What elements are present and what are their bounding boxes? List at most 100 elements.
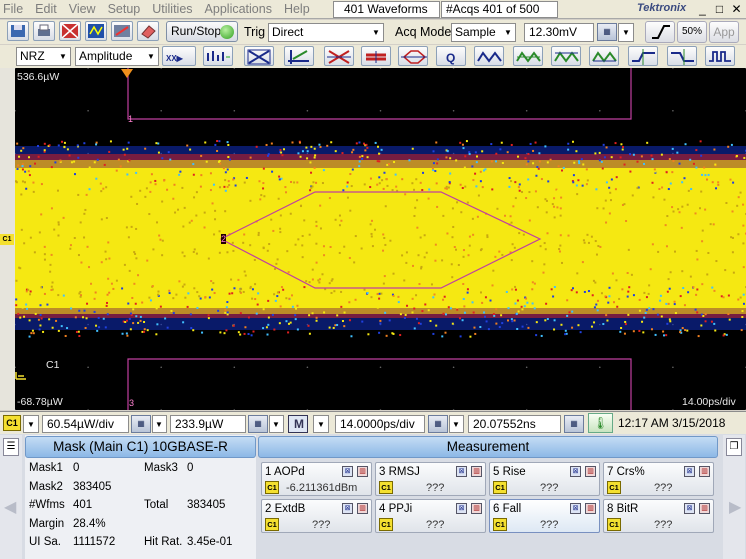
window-icon[interactable]: ❐ xyxy=(726,438,742,456)
measurement-config-icon[interactable]: ⊠ xyxy=(570,503,581,514)
scroll-right-icon[interactable]: ▶ xyxy=(729,497,741,517)
waveform1-icon[interactable] xyxy=(474,46,504,66)
measurement-cell[interactable]: 3 RMSJ ⊠ ▥ C1??? xyxy=(375,462,486,496)
eye-speckle xyxy=(84,208,87,211)
measurement-cell[interactable]: 6 Fall ⊠ ▥ C1??? xyxy=(489,499,600,533)
eye-speckle xyxy=(166,326,169,329)
measurement-cell[interactable]: 1 AOPd ⊠ ▥ C1 -6.211361dBm xyxy=(261,462,372,496)
measurement-cell[interactable]: 2 ExtdB ⊠ ▥ C1??? xyxy=(261,499,372,533)
vertical-scale-dropdown[interactable]: ▼ xyxy=(152,415,167,433)
display-mode-select[interactable]: Amplitude ▼ xyxy=(75,47,159,66)
channel-marker-icon[interactable]: C1 xyxy=(0,234,14,245)
eye-speckle xyxy=(667,188,670,191)
measurement-config-icon[interactable]: ⊠ xyxy=(684,503,695,514)
waveform5-icon[interactable] xyxy=(628,46,658,66)
threshold-entry[interactable]: 12.30mV xyxy=(524,23,594,42)
measurement-cell[interactable]: 7 Crs% ⊠ ▥ C1??? xyxy=(603,462,714,496)
offset-dropdown[interactable]: ▼ xyxy=(269,415,284,433)
clear-display-icon[interactable] xyxy=(85,21,107,41)
measurement-config-icon[interactable]: ⊠ xyxy=(342,503,353,514)
measurement-stats-icon[interactable]: ▥ xyxy=(471,466,482,477)
trigger-position-icon[interactable] xyxy=(121,68,133,78)
trigger-mode-select[interactable]: Direct ▼ xyxy=(268,23,384,42)
measurement-cell[interactable]: 4 PPJi ⊠ ▥ C1??? xyxy=(375,499,486,533)
measurement-panel-title[interactable]: Measurement xyxy=(258,436,718,458)
fast-edge-button[interactable] xyxy=(645,21,675,43)
horizontal-scale-entry[interactable]: 14.0000ps/div xyxy=(335,415,425,433)
mask-icon[interactable] xyxy=(361,46,391,66)
close-button[interactable]: ✕ xyxy=(729,2,744,17)
eye-speckle xyxy=(595,253,598,256)
measurement-config-icon[interactable]: ⊠ xyxy=(570,466,581,477)
restore-button[interactable]: □ xyxy=(712,2,727,17)
print-icon[interactable] xyxy=(33,21,55,41)
waveform3-icon[interactable] xyxy=(551,46,581,66)
save-icon[interactable] xyxy=(7,21,29,41)
measurement-stats-icon[interactable]: ▥ xyxy=(357,503,368,514)
keypad-icon[interactable]: ▦ xyxy=(428,415,448,433)
crosshair-icon[interactable] xyxy=(244,46,274,66)
horizontal-scale-dropdown[interactable]: ▼ xyxy=(449,415,464,433)
measurement-stats-icon[interactable]: ▥ xyxy=(471,503,482,514)
keypad-icon[interactable]: ▦ xyxy=(248,415,268,433)
measurement-config-icon[interactable]: ⊠ xyxy=(684,466,695,477)
run-stop-button[interactable]: Run/Stop xyxy=(166,21,238,42)
thermometer-icon[interactable]: 🌡 xyxy=(588,413,613,433)
q-icon[interactable]: Q xyxy=(436,46,466,66)
menu-file[interactable]: File xyxy=(0,2,29,16)
measurement-stats-icon[interactable]: ▥ xyxy=(585,466,596,477)
waveform6-icon[interactable] xyxy=(667,46,697,66)
menu-utilities[interactable]: Utilities xyxy=(146,2,198,16)
waveform4-icon[interactable] xyxy=(589,46,619,66)
offset-entry[interactable]: 233.9µW xyxy=(170,415,246,433)
minimize-button[interactable]: _ xyxy=(695,2,710,17)
eraser-icon[interactable] xyxy=(137,21,159,41)
measurement-stats-icon[interactable]: ▥ xyxy=(585,503,596,514)
eye-speckle xyxy=(419,181,422,184)
grid-dot xyxy=(15,409,16,410)
waveform7-icon[interactable] xyxy=(705,46,735,66)
autoset-icon[interactable]: XX▶ xyxy=(162,46,196,66)
cursor-icon[interactable] xyxy=(324,46,354,66)
autoset-icon[interactable] xyxy=(111,21,133,41)
keypad-icon[interactable]: ▦ xyxy=(131,415,151,433)
scroll-left-icon[interactable]: ◀ xyxy=(4,497,16,517)
channel-dropdown[interactable]: ▼ xyxy=(23,415,39,433)
measurement-config-icon[interactable]: ⊠ xyxy=(456,503,467,514)
display-grid-icon[interactable] xyxy=(59,21,81,41)
math-button[interactable]: M xyxy=(288,415,308,433)
mask-panel-title[interactable]: Mask (Main C1) 10GBASE-R xyxy=(25,436,256,458)
menu-list-icon[interactable]: ☰ xyxy=(3,438,19,456)
waveform2-icon[interactable] xyxy=(513,46,543,66)
menu-edit[interactable]: Edit xyxy=(29,2,63,16)
horizontal-position-entry[interactable]: 20.07552ns xyxy=(468,415,561,433)
ground-marker-icon[interactable] xyxy=(15,370,27,380)
measurement-cell[interactable]: 8 BitR ⊠ ▥ C1??? xyxy=(603,499,714,533)
eye-speckle xyxy=(428,188,431,191)
measurement-config-icon[interactable]: ⊠ xyxy=(342,466,353,477)
threshold-dropdown[interactable]: ▼ xyxy=(618,23,634,42)
keypad-icon[interactable]: ▦ xyxy=(564,415,584,433)
measurement-cell[interactable]: 5 Rise ⊠ ▥ C1??? xyxy=(489,462,600,496)
measurement-stats-icon[interactable]: ▥ xyxy=(357,466,368,477)
eye-speckle xyxy=(40,286,43,289)
eye-measure-icon[interactable] xyxy=(284,46,314,66)
menu-help[interactable]: Help xyxy=(278,2,316,16)
histogram-icon[interactable] xyxy=(203,46,233,66)
vertical-scale-entry[interactable]: 60.54µW/div xyxy=(42,415,129,433)
menu-applications[interactable]: Applications xyxy=(199,2,278,16)
app-button[interactable]: App xyxy=(709,21,739,43)
pattern-icon[interactable] xyxy=(398,46,428,66)
channel-select-badge[interactable]: C1 xyxy=(3,415,21,431)
measurement-config-icon[interactable]: ⊠ xyxy=(456,466,467,477)
menu-view[interactable]: View xyxy=(63,2,102,16)
math-dropdown[interactable]: ▼ xyxy=(313,415,329,433)
acq-mode-select[interactable]: Sample ▼ xyxy=(451,23,516,42)
menu-setup[interactable]: Setup xyxy=(102,2,147,16)
signal-type-select[interactable]: NRZ ▼ xyxy=(16,47,71,66)
scope-display[interactable]: 536.6µW -68.78µW C1 14.00ps/div 1 2 3 xyxy=(15,68,746,410)
percent-button[interactable]: 50% xyxy=(677,21,707,43)
measurement-stats-icon[interactable]: ▥ xyxy=(699,466,710,477)
measurement-stats-icon[interactable]: ▥ xyxy=(699,503,710,514)
keypad-icon[interactable]: ▦ xyxy=(597,23,617,41)
